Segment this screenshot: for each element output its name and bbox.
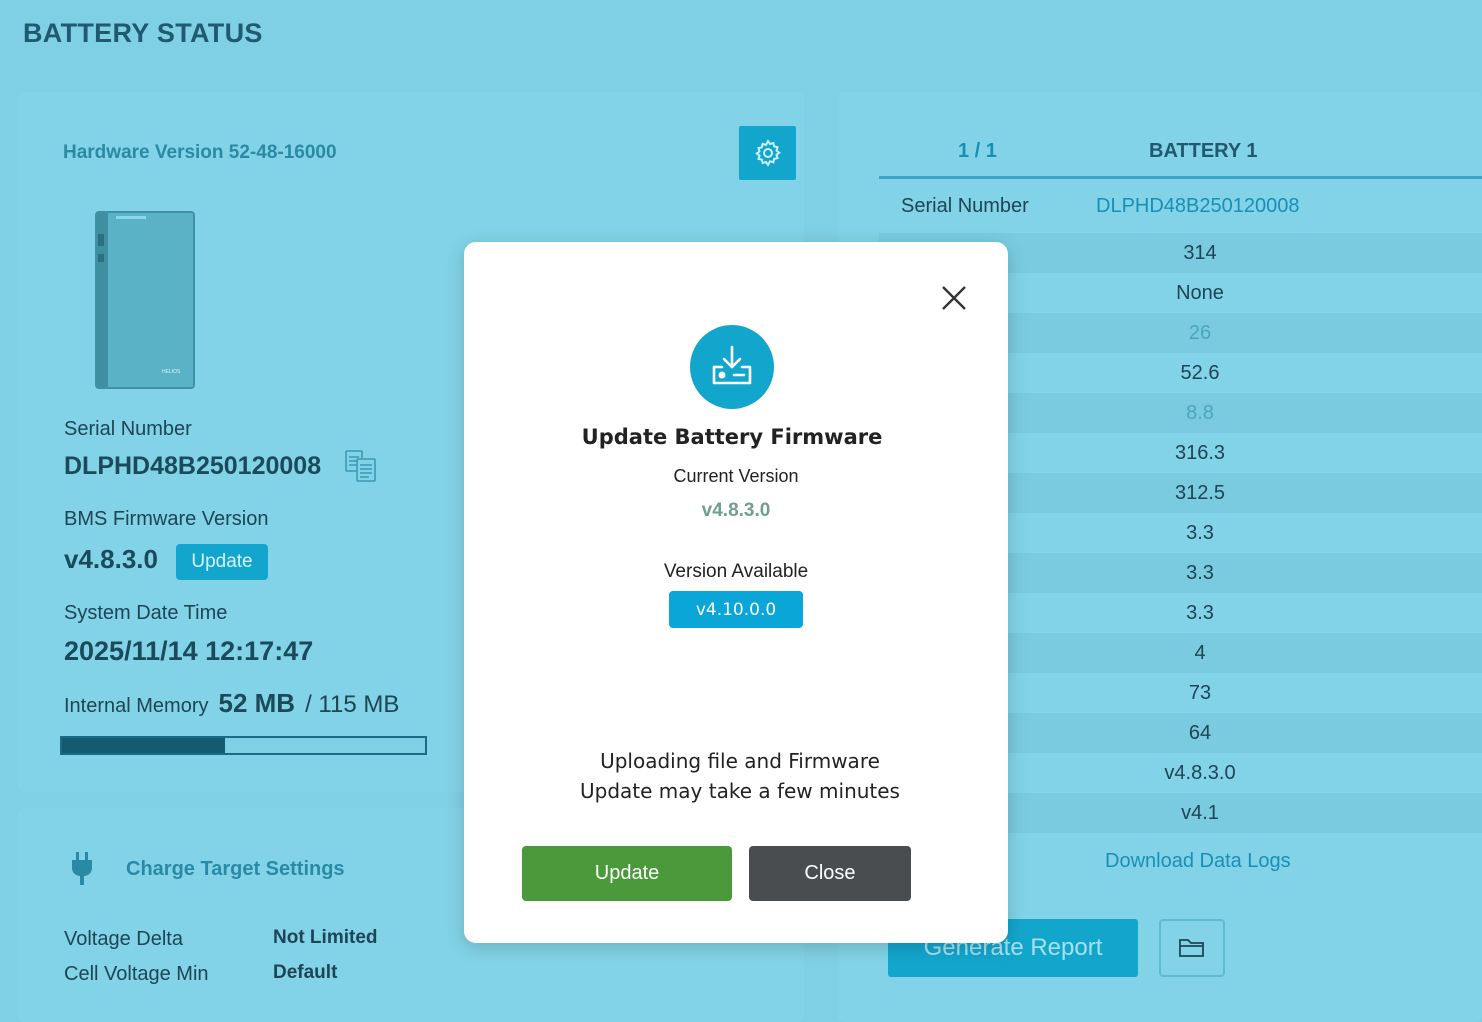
available-version-badge: v4.10.0.0 [669, 591, 803, 628]
row-value: 312.5 [1174, 482, 1226, 504]
row-value: 52.6 [1180, 362, 1220, 384]
open-folder-button[interactable] [1159, 919, 1225, 977]
dialog-close-button[interactable]: Close [749, 846, 911, 901]
dialog-title: Update Battery Firmware [581, 425, 883, 449]
dialog-message-line-2: Update may take a few minutes [580, 779, 900, 803]
cell-voltage-min-value: Default [273, 962, 338, 983]
battery-pager[interactable]: 1 / 1 [958, 140, 997, 163]
row-value: 73 [1188, 682, 1212, 704]
battery-image: HELIOS [95, 211, 195, 389]
memory-total: / 115 MB [305, 691, 400, 718]
current-version-value: v4.8.3.0 [701, 500, 771, 521]
datetime-label: System Date Time [64, 602, 228, 624]
row-value: 316.3 [1174, 442, 1226, 464]
bms-label: BMS Firmware Version [64, 508, 269, 530]
plug-icon [72, 852, 92, 885]
download-icon [712, 345, 752, 385]
memory-progress-fill [62, 738, 226, 753]
row-value: v4.1 [1181, 802, 1219, 824]
dialog-update-button[interactable]: Update [522, 846, 732, 901]
charge-settings-title: Charge Target Settings [126, 858, 345, 880]
folder-icon [1179, 939, 1204, 957]
voltage-delta-value: Not Limited [273, 927, 378, 948]
dialog-message-line-1: Uploading file and Firmware [600, 749, 880, 773]
table-row: Serial Number DLPHD48B250120008 [879, 186, 1482, 226]
download-data-logs-link[interactable]: Download Data Logs [1105, 850, 1291, 873]
firmware-icon-circle [690, 325, 774, 409]
serial-value: DLPHD48B250120008 [64, 452, 322, 480]
row-value: 64 [1188, 722, 1212, 744]
tab-battery-1[interactable]: BATTERY 1 [1149, 140, 1258, 163]
bms-value: v4.8.3.0 [64, 544, 158, 574]
row-value: 3.3 [1186, 602, 1214, 624]
row-value: 3.3 [1186, 562, 1214, 584]
row-value: 314 [1183, 242, 1217, 264]
memory-progress-bar [60, 736, 427, 755]
page-title: BATTERY STATUS [23, 18, 263, 48]
battery-brand-label: HELIOS [162, 369, 181, 375]
row-value: v4.8.3.0 [1164, 762, 1236, 784]
settings-button[interactable] [739, 126, 796, 180]
close-icon[interactable] [940, 284, 968, 312]
tab-underline [879, 176, 1482, 179]
datetime-value: 2025/11/14 12:17:47 [64, 636, 314, 666]
row-value: None [1176, 282, 1224, 304]
serial-label: Serial Number [64, 418, 192, 440]
update-firmware-dialog: Update Battery Firmware Current Version … [464, 242, 1008, 943]
memory-used: 52 MB [218, 688, 296, 718]
copy-icon[interactable] [343, 449, 379, 483]
row-value: 8.8 [1186, 402, 1214, 424]
row-value: 3.3 [1186, 522, 1214, 544]
available-version-label: Version Available [663, 561, 809, 582]
current-version-label: Current Version [673, 466, 799, 486]
gear-icon [754, 139, 781, 167]
dialog-message: Uploading file and Firmware Update may t… [464, 746, 1016, 806]
memory-row: Internal Memory 52 MB / 115 MB [64, 688, 399, 719]
memory-label: Internal Memory [64, 695, 209, 717]
row-value: 26 [1188, 322, 1212, 344]
bms-update-button[interactable]: Update [176, 544, 268, 580]
row-key: Serial Number [901, 195, 1029, 217]
voltage-delta-label: Voltage Delta [64, 928, 183, 950]
row-value: 4 [1194, 642, 1206, 664]
hardware-version: Hardware Version 52-48-16000 [63, 142, 337, 163]
row-value: DLPHD48B250120008 [1096, 195, 1300, 217]
cell-voltage-min-label: Cell Voltage Min [64, 963, 209, 985]
